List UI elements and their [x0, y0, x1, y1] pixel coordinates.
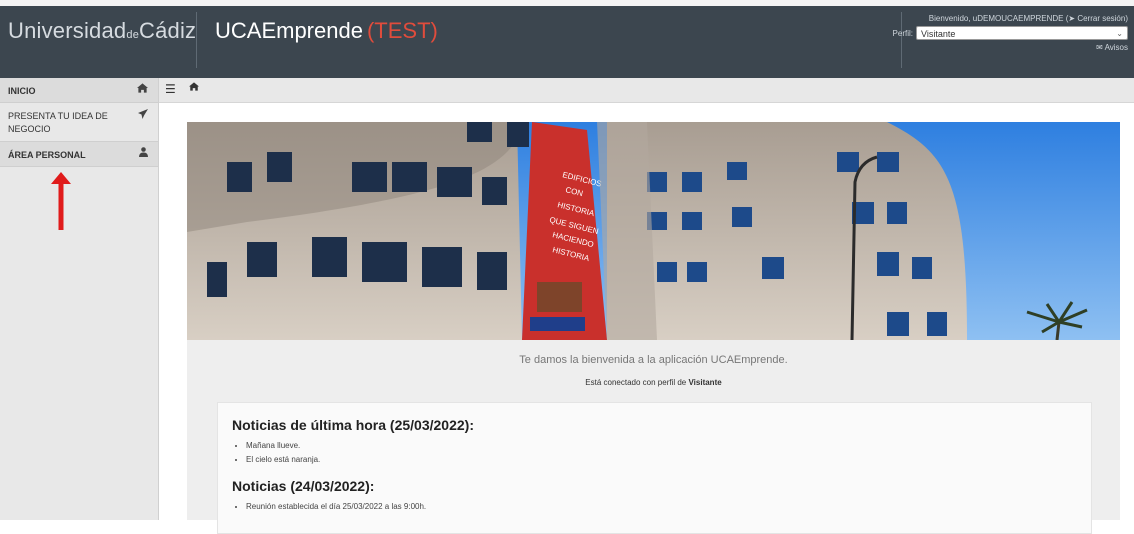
logo-text-cadiz: Cádiz [139, 18, 197, 43]
perfil-select[interactable]: Visitante ⌄ [916, 26, 1128, 40]
perfil-row: Perfil: Visitante ⌄ [893, 26, 1128, 40]
perfil-label: Perfil: [892, 28, 913, 38]
connected-profile-text: Está conectado con perfil de Visitante [187, 378, 1120, 387]
perfil-select-value: Visitante [921, 29, 956, 39]
sidebar-item-label: INICIO [8, 86, 36, 96]
logout-icon[interactable]: ➤ [1068, 14, 1075, 23]
news-list: Mañana llueve. El cielo está naranja. [218, 439, 320, 467]
sidebar-item-inicio[interactable]: INICIO [0, 78, 158, 103]
main-content: EDIFICIOS CON HISTORIA QUE SIGUEN HACIEN… [159, 103, 1134, 534]
logo-text-universidad: Universidad [8, 18, 127, 43]
news-item: Reunión establecida el día 25/03/2022 a … [246, 500, 426, 514]
header-top-strip [0, 0, 1134, 6]
home-icon [137, 83, 148, 96]
university-logo[interactable]: UniversidaddeCádiz [8, 18, 196, 44]
sidebar-item-area-personal[interactable]: ÁREA PERSONAL [0, 142, 158, 167]
logo-text-de: de [126, 29, 140, 41]
welcome-user-text: Bienvenido, uDEMOUCAEMPRENDE ( [928, 14, 1069, 23]
logout-link[interactable]: Cerrar sesión) [1077, 14, 1128, 23]
sidebar: INICIO PRESENTA TU IDEA DE NEGOCIO ÁREA … [0, 78, 159, 520]
chevron-down-icon: ⌄ [1116, 29, 1123, 38]
header-divider [196, 12, 197, 68]
user-panel: Bienvenido, uDEMOUCAEMPRENDE (➤ Cerrar s… [893, 14, 1128, 55]
breadcrumb-home-icon[interactable] [189, 82, 199, 94]
app-header: UniversidaddeCádiz UCAEmprende (TEST) Bie… [0, 0, 1134, 78]
sidebar-item-label: ÁREA PERSONAL [8, 150, 86, 160]
menu-icon[interactable]: ☰ [165, 82, 176, 96]
news-panel: Noticias de última hora (25/03/2022): Ma… [217, 402, 1092, 534]
app-title-text: UCAEmprende [215, 18, 363, 43]
news-list: Reunión establecida el día 25/03/2022 a … [218, 500, 426, 514]
news-item: El cielo está naranja. [246, 453, 320, 467]
avisos-link[interactable]: ✉ Avisos [893, 43, 1128, 52]
welcome-user-row: Bienvenido, uDEMOUCAEMPRENDE (➤ Cerrar s… [893, 14, 1128, 23]
avisos-label: Avisos [1104, 43, 1128, 52]
news-item: Mañana llueve. [246, 439, 320, 453]
building-illustration: EDIFICIOS CON HISTORIA QUE SIGUEN HACIEN… [187, 122, 1120, 340]
sidebar-item-label: PRESENTA TU IDEA DE NEGOCIO [8, 111, 108, 134]
news-title: Noticias (24/03/2022): [232, 478, 375, 494]
app-env-badge: (TEST) [366, 18, 438, 43]
red-arrow-annotation [51, 172, 71, 230]
paper-plane-icon [138, 109, 148, 122]
sidebar-item-presenta-idea[interactable]: PRESENTA TU IDEA DE NEGOCIO [0, 103, 158, 142]
news-title: Noticias de última hora (25/03/2022): [232, 417, 474, 433]
welcome-title: Te damos la bienvenida a la aplicación U… [519, 354, 788, 366]
user-icon [139, 147, 148, 160]
banner-image: EDIFICIOS CON HISTORIA QUE SIGUEN HACIEN… [187, 122, 1120, 340]
envelope-icon: ✉ [1096, 43, 1103, 52]
connected-profile: Visitante [688, 378, 722, 387]
app-title[interactable]: UCAEmprende (TEST) [215, 18, 438, 44]
top-toolbar: ☰ [159, 78, 1134, 103]
welcome-panel: Te damos la bienvenida a la aplicación U… [187, 340, 1120, 534]
connected-prefix: Está conectado con perfil de [585, 378, 689, 387]
